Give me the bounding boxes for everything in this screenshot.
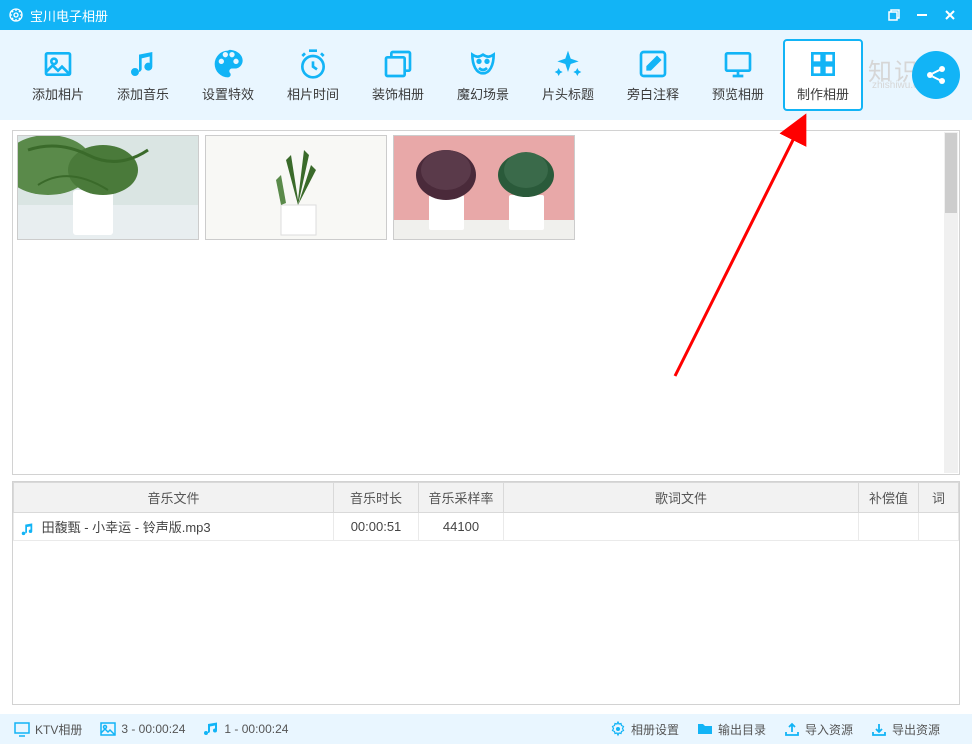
tool-label: 相片时间 [287,84,339,103]
download-icon [871,721,887,737]
music-small-icon [203,721,219,737]
tool-label: 魔幻场景 [457,84,509,103]
plant-thumbnail-icon [394,135,574,240]
music-row[interactable]: 田馥甄 - 小幸运 - 铃声版.mp3 00:00:51 44100 [14,513,959,541]
create-album-button[interactable]: 制作相册 [783,39,863,111]
mask-icon [467,48,499,80]
col-lyric[interactable]: 歌词文件 [504,483,859,513]
music-panel: 音乐文件 音乐时长 音乐采样率 歌词文件 补偿值 词 田馥甄 - 小幸运 - 铃… [12,481,960,705]
add-music-button[interactable]: 添加音乐 [103,39,183,111]
photo-panel [12,130,960,475]
annotation-button[interactable]: 旁白注释 [613,39,693,111]
folder-icon [697,721,713,737]
output-dir-status[interactable]: 输出目录 [697,721,766,738]
photo-icon [42,48,74,80]
music-ci[interactable] [919,513,959,541]
settings-status[interactable]: 相册设置 [610,721,679,738]
photo-scrollbar[interactable] [944,132,958,473]
music-count-status[interactable]: 1 - 00:00:24 [203,721,288,737]
music-icon [127,48,159,80]
music-lyric [504,513,859,541]
decorate-button[interactable]: 装饰相册 [358,39,438,111]
music-sample-rate: 44100 [419,513,504,541]
title-button[interactable]: 片头标题 [528,39,608,111]
close-button[interactable] [936,1,964,29]
col-ci[interactable]: 词 [919,483,959,513]
magic-scene-button[interactable]: 魔幻场景 [443,39,523,111]
tool-label: 装饰相册 [372,84,424,103]
gear-icon [610,721,626,737]
col-sample[interactable]: 音乐采样率 [419,483,504,513]
toolbar: 添加相片 添加音乐 设置特效 相片时间 装饰相册 魔幻场景 片头标题 旁白注释 … [0,30,972,120]
edit-icon [637,48,669,80]
tool-label: 制作相册 [797,84,849,103]
music-table: 音乐文件 音乐时长 音乐采样率 歌词文件 补偿值 词 田馥甄 - 小幸运 - 铃… [13,482,959,541]
upload-icon [784,721,800,737]
music-filename: 田馥甄 - 小幸运 - 铃声版.mp3 [42,520,211,535]
clock-icon [297,48,329,80]
palette-icon [212,48,244,80]
grid-icon [807,48,839,80]
tool-label: 设置特效 [202,84,254,103]
album-type-status[interactable]: KTV相册 [14,721,82,738]
photo-thumb[interactable] [393,135,575,240]
photo-time-button[interactable]: 相片时间 [273,39,353,111]
music-duration: 00:00:51 [334,513,419,541]
sparkle-icon [552,48,584,80]
export-status[interactable]: 导出资源 [871,721,940,738]
music-offset [859,513,919,541]
plant-thumbnail-icon [18,135,198,240]
import-status[interactable]: 导入资源 [784,721,853,738]
share-button[interactable] [912,51,960,99]
tool-label: 添加音乐 [117,84,169,103]
plant-thumbnail-icon [206,135,386,240]
effects-button[interactable]: 设置特效 [188,39,268,111]
statusbar: KTV相册 3 - 00:00:24 1 - 00:00:24 相册设置 输出目… [0,714,972,744]
col-file[interactable]: 音乐文件 [14,483,334,513]
image-small-icon [100,721,116,737]
monitor-small-icon [14,721,30,737]
photo-count-status[interactable]: 3 - 00:00:24 [100,721,185,737]
tool-label: 片头标题 [542,84,594,103]
tool-label: 添加相片 [32,84,84,103]
app-title: 宝川电子相册 [30,6,108,25]
restore-button[interactable] [880,1,908,29]
photo-thumb[interactable] [17,135,199,240]
titlebar: 宝川电子相册 [0,0,972,30]
tool-label: 旁白注释 [627,84,679,103]
col-offset[interactable]: 补偿值 [859,483,919,513]
share-icon [924,63,948,87]
preview-button[interactable]: 预览相册 [698,39,778,111]
photo-list [13,131,959,244]
photo-thumb[interactable] [205,135,387,240]
monitor-icon [722,48,754,80]
tool-label: 预览相册 [712,84,764,103]
col-duration[interactable]: 音乐时长 [334,483,419,513]
minimize-button[interactable] [908,1,936,29]
music-note-icon [20,522,34,536]
add-photo-button[interactable]: 添加相片 [18,39,98,111]
app-icon [8,7,24,23]
layers-icon [382,48,414,80]
